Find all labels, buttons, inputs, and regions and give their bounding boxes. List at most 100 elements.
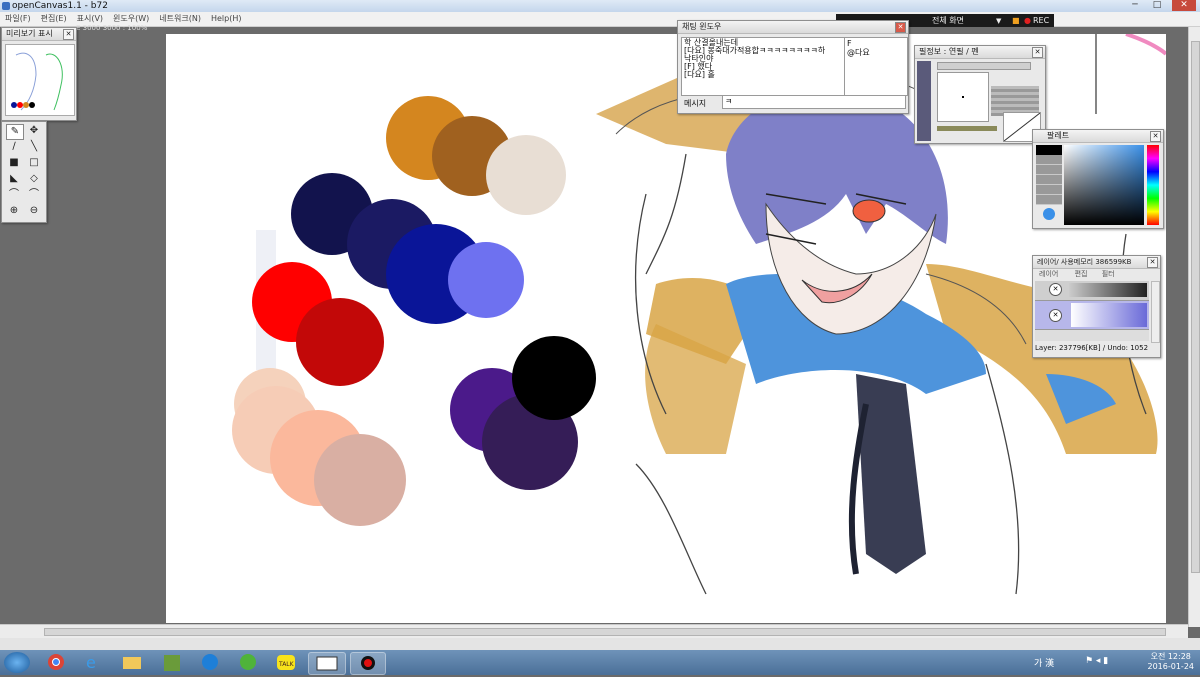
chat-window: 채팅 윈도우 ✕ 학 산결올내는데 [다요] 봉죽대가적용합ㅋㅋㅋㅋㅋㅋㅋㅋ하 낙…	[677, 20, 909, 114]
svg-text:e: e	[86, 653, 96, 672]
status-strip	[0, 638, 1200, 650]
minimize-button[interactable]: ─	[1126, 0, 1144, 11]
swatch-darkred	[296, 298, 384, 386]
pen-tool-icon[interactable]: ✎	[6, 124, 24, 140]
menu-help[interactable]: Help(H)	[206, 12, 247, 26]
title-bar: openCanvas1.1 - b72 ─ □ ✕	[0, 0, 1200, 12]
menu-edit[interactable]: 편집(E)	[36, 12, 72, 26]
zoom-out-icon[interactable]: ⊖	[26, 204, 42, 218]
swatch-periwinkle	[448, 242, 524, 318]
arc-tool-icon[interactable]: ⌒	[26, 188, 42, 202]
layer-list[interactable]: ✕ ✕	[1035, 281, 1149, 341]
fullscreen-label[interactable]: 전체 화면	[932, 14, 964, 28]
vertical-scrollbar[interactable]	[1188, 27, 1200, 627]
window-title: openCanvas1.1 - b72	[12, 1, 108, 11]
brush-preview	[937, 72, 989, 122]
utorrent-icon[interactable]	[234, 652, 262, 673]
menu-file[interactable]: 파일(F)	[0, 12, 36, 26]
user-item[interactable]: @다요	[847, 48, 905, 57]
canvas-info: E 3000 3000 : 100%	[76, 24, 148, 32]
hue-slider[interactable]	[1147, 145, 1159, 225]
layer-visibility-icon[interactable]: ✕	[1049, 283, 1062, 296]
clock-time: 오전 12:28	[1150, 652, 1191, 661]
start-button[interactable]	[4, 652, 30, 673]
layer-thumb	[1069, 283, 1147, 297]
foreground-color-icon[interactable]: ■	[6, 156, 22, 170]
palette-panel: 팔레트 ✕	[1032, 129, 1164, 229]
chat-title: 채팅 윈도우	[682, 22, 722, 31]
brush-panel: 필정보 : 연필 / 펜 ✕	[914, 45, 1046, 144]
chat-log[interactable]: 학 산결올내는데 [다요] 봉죽대가적용합ㅋㅋㅋㅋㅋㅋㅋㅋ하 낙타인야 [F] …	[681, 37, 845, 96]
chrome-icon[interactable]	[42, 652, 70, 673]
color-swatches	[232, 96, 596, 526]
close-icon[interactable]: ✕	[895, 22, 906, 33]
background-color-icon[interactable]: □	[26, 156, 42, 170]
fill-tool-icon[interactable]: ◣	[6, 172, 22, 186]
vertical-scroll-thumb[interactable]	[1191, 41, 1200, 573]
layer-scrollbar[interactable]	[1151, 281, 1160, 343]
chevron-down-icon[interactable]: ▼	[996, 14, 1001, 28]
swatch-black	[512, 336, 596, 420]
close-icon[interactable]: ✕	[63, 29, 74, 40]
file-explorer-icon[interactable]	[118, 652, 146, 673]
zoom-in-icon[interactable]: ⊕	[6, 204, 22, 218]
close-icon[interactable]: ✕	[1150, 131, 1161, 142]
brush-list[interactable]	[917, 61, 931, 141]
layer-title: 레이어/ 사용메모리 386599KB	[1037, 258, 1132, 266]
rec-label[interactable]: REC	[1033, 14, 1049, 28]
internet-explorer-icon[interactable]: e	[78, 652, 106, 673]
swatch-rose	[314, 434, 406, 526]
preview-panel: 미리보기 표시 ✕	[1, 27, 77, 121]
opacity-slider[interactable]	[937, 126, 997, 131]
clock[interactable]: 오전 12:28 2016-01-24	[1148, 652, 1195, 672]
brush-size-slider[interactable]	[937, 62, 1031, 70]
close-icon[interactable]: ✕	[1147, 257, 1158, 268]
camera-icon[interactable]: ■	[1012, 14, 1020, 28]
record-dot-icon[interactable]: ●	[1024, 14, 1031, 28]
opencanvas-taskbar-icon[interactable]	[308, 652, 346, 675]
language-indicator[interactable]: 가 漢	[1034, 656, 1054, 669]
line-tool-icon[interactable]: ╲	[26, 140, 42, 154]
message-label: 메시지	[684, 99, 707, 108]
svg-text:TALK: TALK	[278, 661, 295, 668]
message-input[interactable]: ㅋ	[722, 95, 906, 109]
close-button[interactable]: ✕	[1172, 0, 1196, 11]
tray-icons[interactable]: ⚑ ◂ ▮	[1085, 656, 1108, 666]
clock-date: 2016-01-24	[1147, 662, 1195, 671]
horizontal-scroll-thumb[interactable]	[44, 628, 1166, 636]
swatch-beige	[486, 135, 566, 215]
minecraft-icon[interactable]	[158, 652, 186, 673]
layer-menu-filter[interactable]: 필터	[1090, 270, 1115, 278]
user-item[interactable]: F	[847, 39, 905, 48]
chat-line: [다요] 홀	[684, 70, 715, 79]
curve-tool-icon[interactable]: ⌒	[6, 188, 22, 202]
close-icon[interactable]: ✕	[1032, 47, 1043, 58]
layer-menu: 레이어 편집 필터	[1033, 269, 1160, 280]
maximize-button[interactable]: □	[1148, 0, 1166, 11]
move-tool-icon[interactable]: ✥	[26, 124, 42, 138]
layer-visibility-icon[interactable]: ✕	[1049, 309, 1062, 322]
recorder-taskbar-icon[interactable]	[350, 652, 386, 675]
palette-swatches[interactable]	[1036, 145, 1062, 205]
dropper-tool-icon[interactable]: ∕	[6, 140, 22, 154]
brush-title: 필정보 : 연필 / 펜	[919, 47, 979, 56]
tool-panel: ✎ ✥ ∕ ╲ ■ □ ◣ ◇ ⌒ ⌒ ⊕ ⊖	[1, 121, 47, 223]
palette-title: 팔레트	[1047, 131, 1070, 140]
lasso-tool-icon[interactable]: ◇	[26, 172, 42, 186]
layer-menu-edit[interactable]: 편집	[1061, 270, 1088, 278]
app-icon	[2, 2, 10, 10]
layer-menu-layer[interactable]: 레이어	[1033, 270, 1058, 278]
color-picker-square[interactable]	[1064, 145, 1144, 225]
kakaotalk-icon[interactable]: TALK	[272, 652, 300, 673]
menu-network[interactable]: 네트워크(N)	[154, 12, 206, 26]
taskbar: e TALK 가 漢 ⚑ ◂ ▮ 오전 12:28 2016-01-24	[0, 650, 1200, 675]
current-color[interactable]	[1043, 208, 1055, 220]
layer-status: Layer: 237796[KB] / Undo: 1052	[1035, 344, 1149, 352]
app-blue-icon[interactable]	[196, 652, 224, 673]
preview-title: 미리보기 표시	[6, 29, 53, 38]
layer-thumb	[1071, 303, 1147, 327]
horizontal-scrollbar[interactable]	[0, 624, 1188, 639]
user-list[interactable]: F @다요	[844, 37, 908, 96]
layer-panel: 레이어/ 사용메모리 386599KB ✕ 레이어 편집 필터 ✕ ✕ Layer…	[1032, 255, 1161, 358]
preview-thumbnail[interactable]	[5, 44, 75, 116]
